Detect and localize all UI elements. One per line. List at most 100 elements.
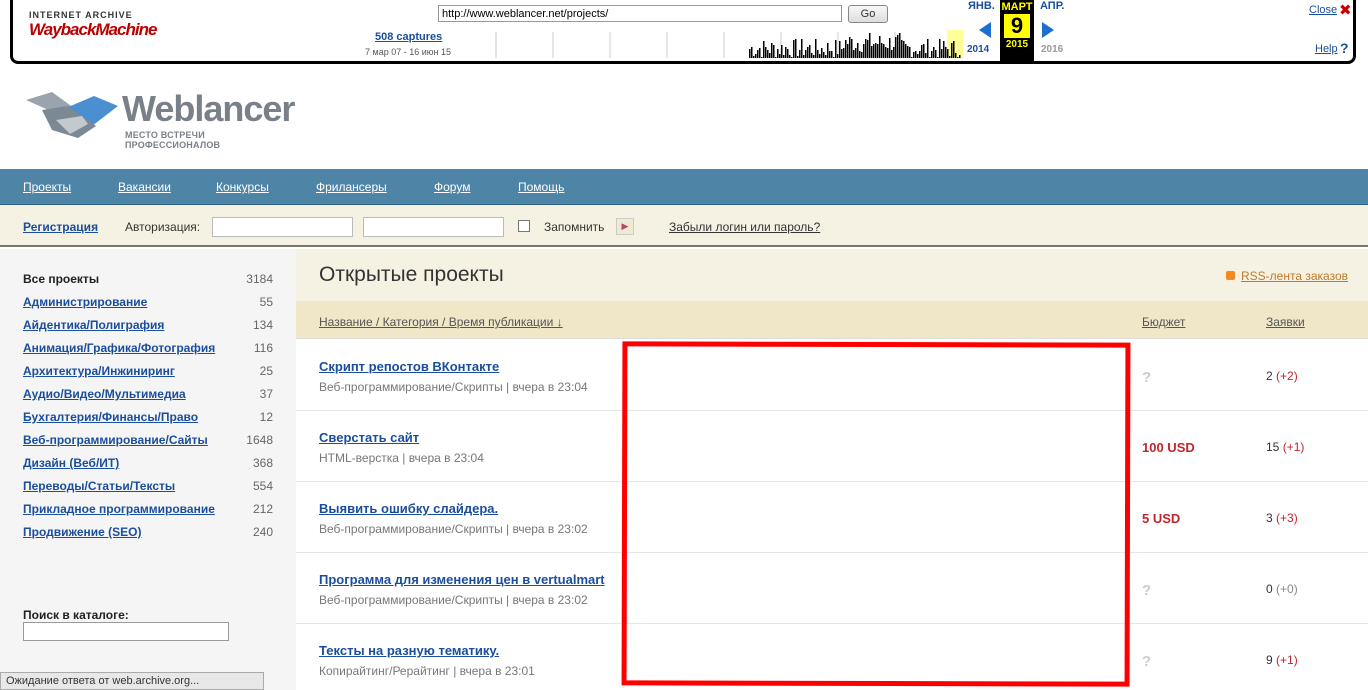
captures-sparkline[interactable] bbox=[461, 30, 963, 58]
sparkline-bar bbox=[943, 41, 945, 58]
rss-icon[interactable] bbox=[1226, 271, 1235, 280]
sparkline-bar bbox=[799, 50, 801, 58]
category-name[interactable]: Администрирование bbox=[23, 295, 147, 309]
category-item[interactable]: Веб-программирование/Сайты 1648 bbox=[23, 433, 273, 453]
forgot-password-link[interactable]: Забыли логин или пароль? bbox=[669, 220, 820, 234]
nav-freelancers[interactable]: Фрилансеры bbox=[316, 180, 387, 194]
sparkline-bar bbox=[927, 39, 929, 58]
category-count: 134 bbox=[252, 318, 273, 332]
rss-link[interactable]: RSS-лента заказов bbox=[1241, 269, 1348, 283]
prev-year-link[interactable]: 2014 bbox=[967, 44, 989, 55]
sparkline-bar bbox=[847, 44, 849, 58]
project-budget: ? bbox=[1142, 582, 1152, 599]
wayback-toolbar: INTERNET ARCHIVE WaybackMachine Go 508 c… bbox=[10, 0, 1356, 64]
category-name[interactable]: Дизайн (Веб/ИТ) bbox=[23, 456, 119, 470]
bids-delta: (+3) bbox=[1276, 511, 1298, 525]
project-title-link[interactable]: Выявить ошибку слайдера. bbox=[319, 501, 498, 516]
nav-contests[interactable]: Конкурсы bbox=[216, 180, 269, 194]
captures-link[interactable]: 508 captures bbox=[375, 31, 442, 43]
nav-forum[interactable]: Форум bbox=[434, 180, 470, 194]
project-title-link[interactable]: Сверстать сайт bbox=[319, 430, 419, 445]
next-arrow-icon[interactable] bbox=[1042, 22, 1054, 38]
login-input[interactable] bbox=[212, 217, 353, 237]
nav-vacancies[interactable]: Вакансии bbox=[118, 180, 171, 194]
sparkline-bar bbox=[755, 54, 757, 58]
sparkline-bar bbox=[917, 54, 919, 58]
category-name[interactable]: Айдентика/Полиграфия bbox=[23, 318, 164, 332]
category-name[interactable]: Переводы/Статьи/Тексты bbox=[23, 479, 175, 493]
sparkline-bar bbox=[813, 55, 815, 58]
category-item[interactable]: Анимация/Графика/Фотография 116 bbox=[23, 341, 273, 361]
nav-projects[interactable]: Проекты bbox=[23, 180, 71, 194]
sparkline-bar bbox=[787, 49, 789, 58]
wayback-help-link[interactable]: Help bbox=[1315, 43, 1338, 55]
sparkline-bar bbox=[883, 44, 885, 58]
bids-count: 3 bbox=[1266, 511, 1273, 525]
prev-month-link[interactable]: ЯНВ. bbox=[968, 0, 995, 12]
category-item[interactable]: Аудио/Видео/Мультимедиа 37 bbox=[23, 387, 273, 407]
prev-arrow-icon[interactable] bbox=[979, 22, 991, 38]
sparkline-bar bbox=[939, 39, 941, 58]
sparkline-bar bbox=[893, 47, 895, 58]
sparkline-bar bbox=[909, 47, 911, 58]
sparkline-bar bbox=[759, 48, 761, 58]
category-item[interactable]: Прикладное программирование 212 bbox=[23, 502, 273, 522]
sparkline-bar bbox=[921, 45, 923, 58]
category-item[interactable]: Айдентика/Полиграфия 134 bbox=[23, 318, 273, 338]
category-name[interactable]: Аудио/Видео/Мультимедиа bbox=[23, 387, 186, 401]
col-name-sort[interactable]: Название / Категория / Время публикации … bbox=[319, 315, 563, 329]
close-x-icon[interactable]: ✖ bbox=[1339, 1, 1352, 19]
category-item[interactable]: Продвижение (SEO) 240 bbox=[23, 525, 273, 545]
category-name[interactable]: Все проекты bbox=[23, 272, 99, 286]
question-icon[interactable]: ? bbox=[1340, 40, 1349, 56]
project-title-link[interactable]: Скрипт репостов ВКонтакте bbox=[319, 359, 499, 374]
wayback-logo[interactable]: INTERNET ARCHIVE WaybackMachine bbox=[29, 10, 157, 40]
project-meta: Копирайтинг/Рерайтинг | вчера в 23:01 bbox=[319, 664, 535, 678]
sparkline-bar bbox=[953, 41, 955, 58]
category-item[interactable]: Переводы/Статьи/Тексты 554 bbox=[23, 479, 273, 499]
category-name[interactable]: Бухгалтерия/Финансы/Право bbox=[23, 410, 198, 424]
remember-checkbox[interactable] bbox=[518, 220, 530, 232]
category-item[interactable]: Администрирование 55 bbox=[23, 295, 273, 315]
sparkline-bar bbox=[797, 56, 799, 58]
next-month-link[interactable]: АПР. bbox=[1040, 0, 1064, 12]
category-count: 368 bbox=[252, 456, 273, 470]
bids-delta: (+2) bbox=[1276, 369, 1298, 383]
sparkline-bar bbox=[931, 51, 933, 58]
category-item[interactable]: Дизайн (Веб/ИТ) 368 bbox=[23, 456, 273, 476]
login-submit-button[interactable]: ▶ bbox=[616, 218, 634, 235]
sparkline-bar bbox=[803, 55, 805, 58]
project-title-link[interactable]: Тексты на разную тематику. bbox=[319, 643, 499, 658]
category-name[interactable]: Архитектура/Инжиниринг bbox=[23, 364, 175, 378]
col-bids-sort[interactable]: Заявки bbox=[1266, 315, 1305, 329]
site-logo[interactable]: Weblancer МЕСТО ВСТРЕЧИ ПРОФЕССИОНАЛОВ bbox=[22, 82, 295, 150]
sparkline-bar bbox=[913, 52, 915, 58]
category-count: 55 bbox=[259, 295, 273, 309]
register-link[interactable]: Регистрация bbox=[23, 220, 98, 234]
wayback-close-link[interactable]: Close bbox=[1309, 4, 1337, 16]
category-item[interactable]: Архитектура/Инжиниринг 25 bbox=[23, 364, 273, 384]
nav-help[interactable]: Помощь bbox=[518, 180, 564, 194]
browser-status-bar: Ожидание ответа от web.archive.org... bbox=[0, 672, 264, 690]
category-count: 554 bbox=[252, 479, 273, 493]
sparkline-bar bbox=[899, 33, 901, 58]
wayback-go-button[interactable]: Go bbox=[848, 5, 888, 23]
password-input[interactable] bbox=[363, 217, 504, 237]
category-name[interactable]: Веб-программирование/Сайты bbox=[23, 433, 208, 447]
category-item[interactable]: Все проекты 3184 bbox=[23, 272, 273, 292]
sparkline-bar bbox=[891, 50, 893, 58]
project-title-link[interactable]: Программа для изменения цен в vertualmar… bbox=[319, 572, 605, 587]
wayback-url-input[interactable] bbox=[438, 5, 842, 22]
catalog-search-input[interactable] bbox=[23, 622, 229, 641]
category-name[interactable]: Продвижение (SEO) bbox=[23, 525, 142, 539]
sparkline-bar bbox=[929, 57, 931, 58]
category-item[interactable]: Бухгалтерия/Финансы/Право 12 bbox=[23, 410, 273, 430]
category-name[interactable]: Анимация/Графика/Фотография bbox=[23, 341, 215, 355]
sparkline-bar bbox=[807, 47, 809, 58]
col-budget-sort[interactable]: Бюджет bbox=[1142, 315, 1185, 329]
project-bids: 9 (+1) bbox=[1266, 653, 1298, 667]
sparkline-bar bbox=[851, 39, 853, 58]
sparkline-bar bbox=[815, 39, 817, 58]
category-name[interactable]: Прикладное программирование bbox=[23, 502, 215, 516]
handshake-icon bbox=[26, 92, 118, 138]
